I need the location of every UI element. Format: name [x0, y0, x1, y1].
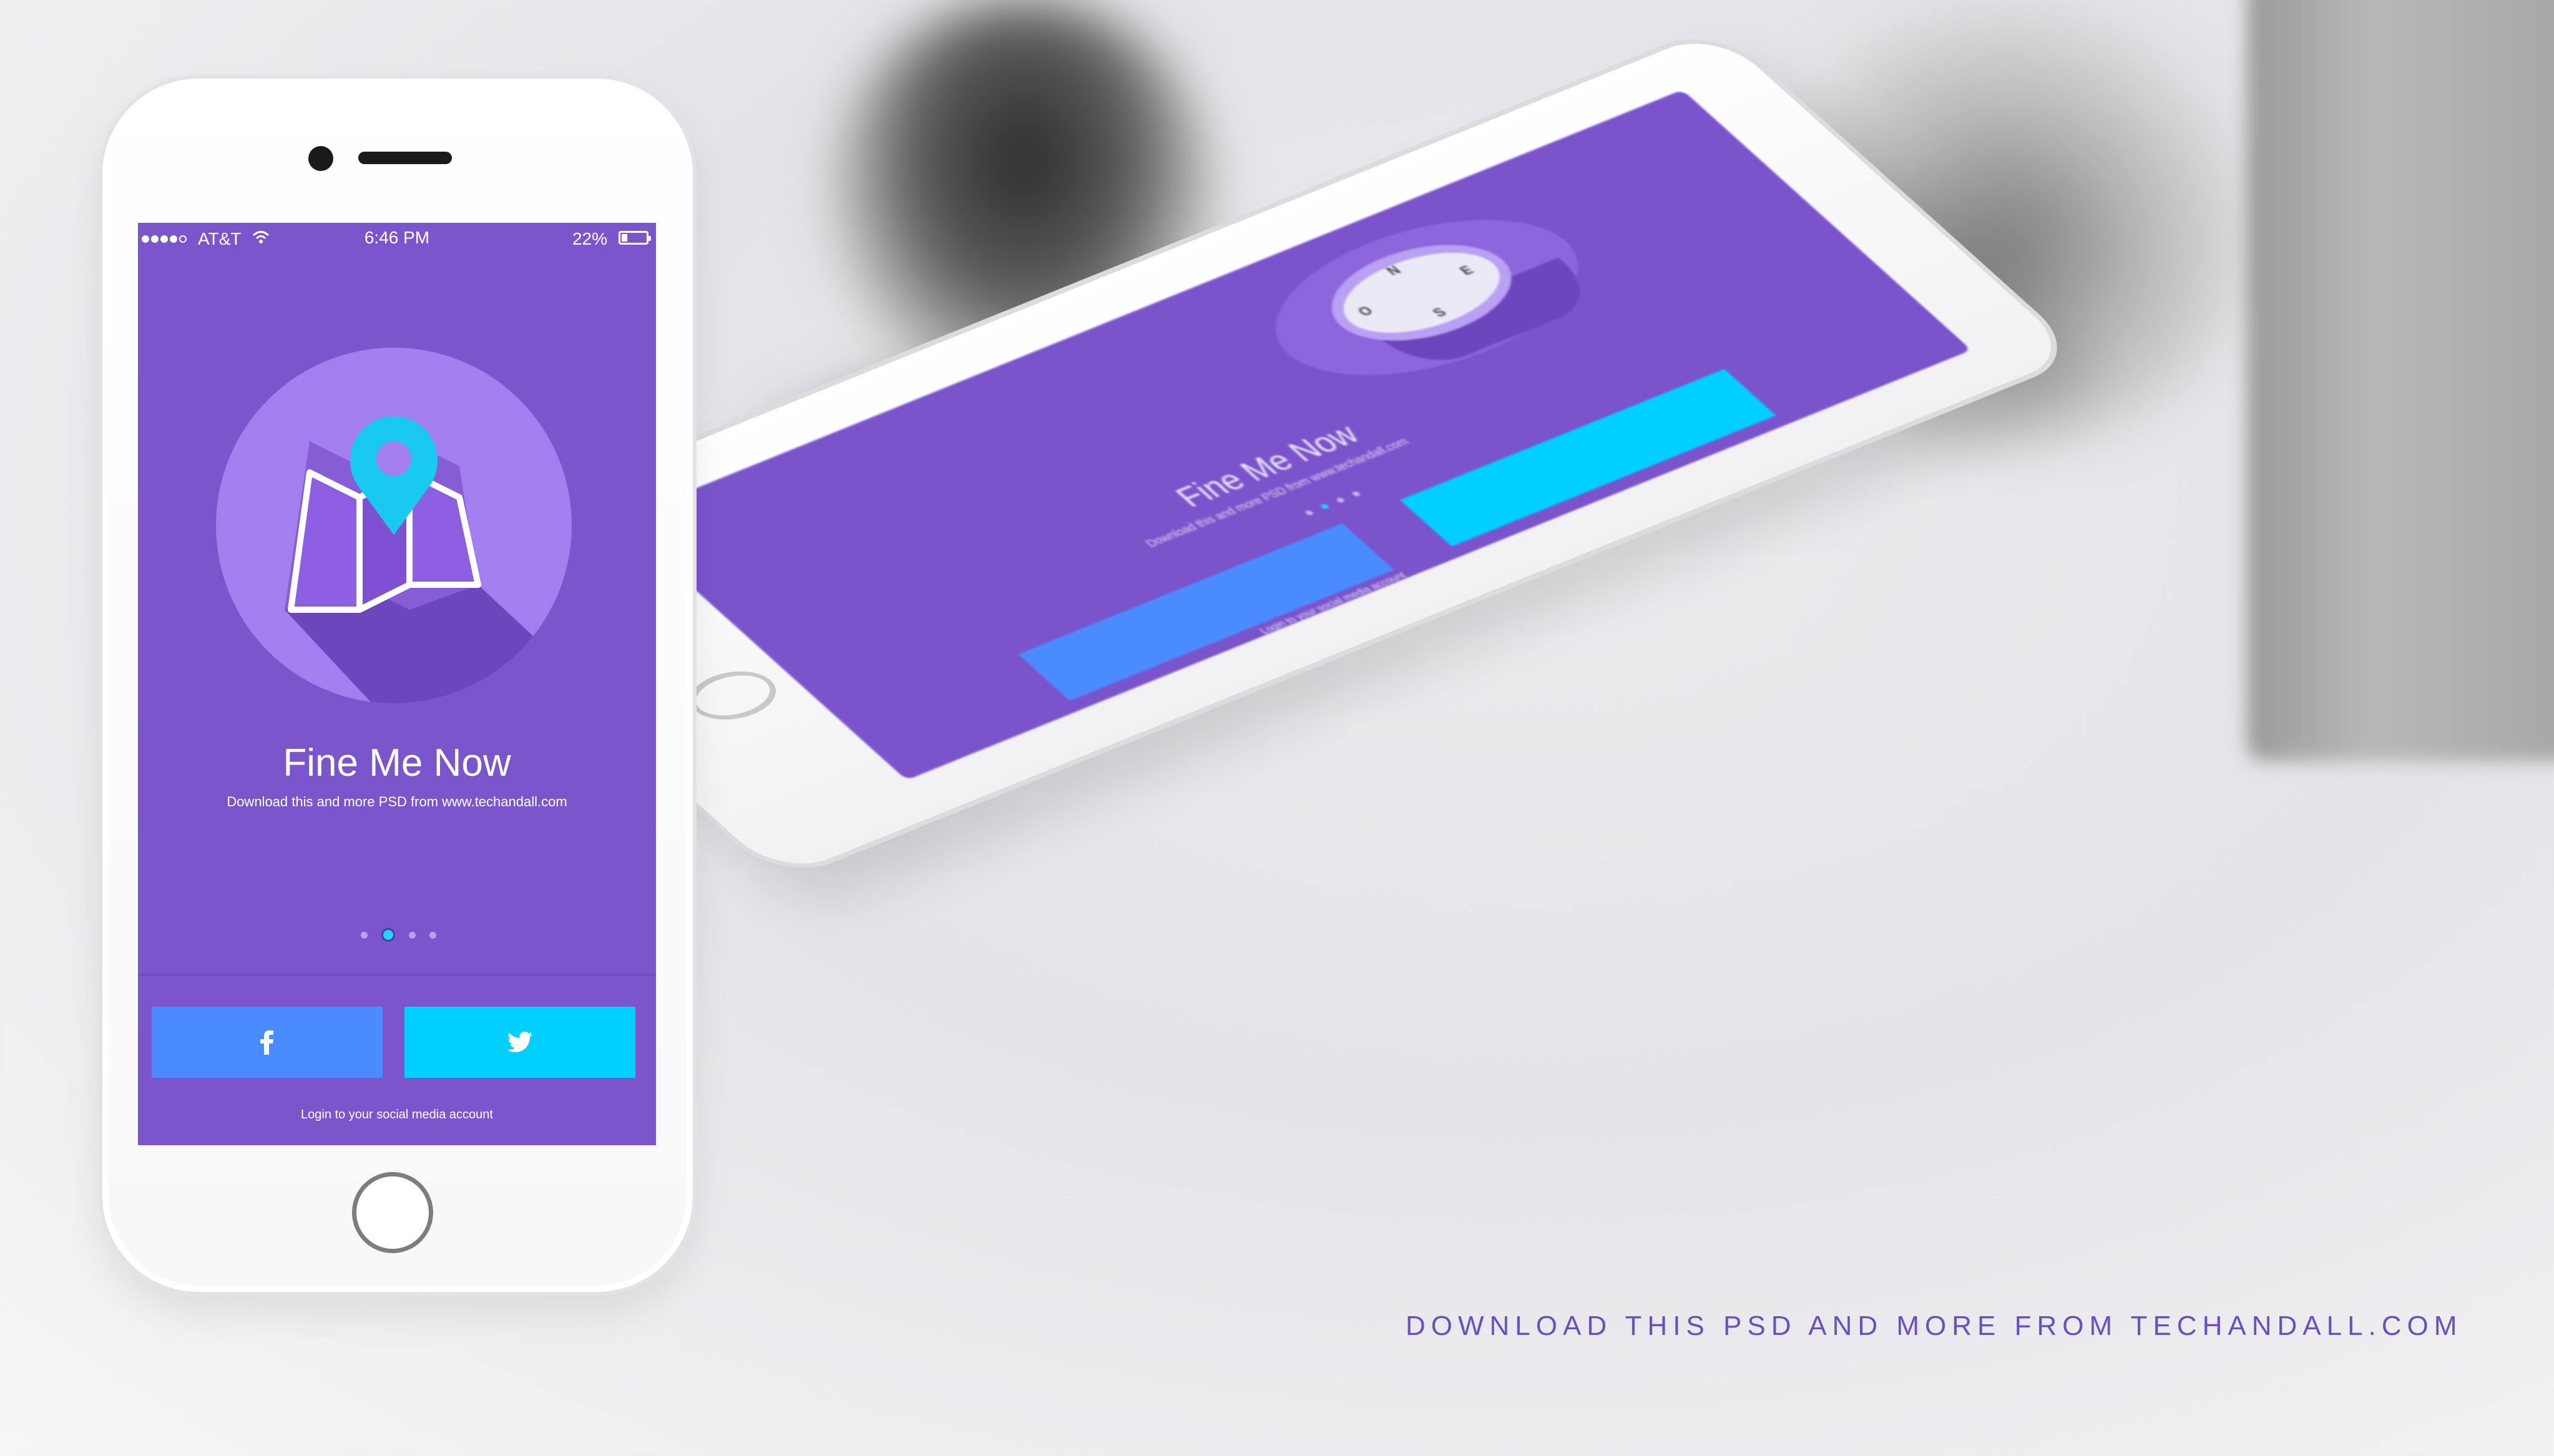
login-hint: Login to your social media account — [301, 1108, 493, 1121]
status-bar: AT&T 6:46 PM 22% — [138, 223, 656, 254]
phone-mockup: AT&T 6:46 PM 22% Fine Me Now Download th… — [94, 75, 697, 1296]
pager-dot-1[interactable] — [361, 931, 368, 939]
page-indicator[interactable] — [361, 928, 436, 942]
angled-pager — [1304, 491, 1361, 516]
phone-volume-down — [94, 434, 101, 515]
angled-phone-screen: N E S O Fine Me Now Download this and mo… — [617, 89, 1972, 781]
pager-dot — [1351, 491, 1361, 497]
pager-dot-2-active[interactable] — [381, 928, 395, 942]
phone-side-button — [94, 235, 101, 272]
facebook-login-button[interactable] — [152, 1007, 383, 1078]
onboarding-title: Fine Me Now — [283, 741, 511, 784]
twitter-icon — [507, 1032, 532, 1052]
home-button[interactable] — [352, 1172, 433, 1253]
pager-dot-4[interactable] — [429, 931, 436, 939]
background-concrete-block — [2247, 0, 2554, 761]
angled-phone-mockup: N E S O Fine Me Now Download this and mo… — [410, 23, 2185, 1098]
pager-dot — [1335, 497, 1346, 504]
onboarding-subtitle: Download this and more PSD from www.tech… — [227, 794, 567, 809]
phone-volume-up — [94, 335, 101, 416]
angled-facebook-button — [1018, 523, 1394, 701]
facebook-icon — [260, 1030, 273, 1055]
compass-s: S — [1428, 305, 1451, 320]
compass-e: E — [1456, 262, 1477, 278]
compass-w: O — [1354, 303, 1377, 320]
battery-icon — [619, 231, 651, 245]
battery-percent: 22% — [572, 229, 607, 248]
download-caption: DOWNLOAD THIS PSD AND MORE FROM TECHANDA… — [1406, 1311, 2463, 1341]
compass-n: N — [1382, 262, 1404, 278]
earpiece-speaker — [358, 152, 452, 164]
front-camera — [308, 146, 333, 171]
twitter-login-button[interactable] — [404, 1007, 635, 1078]
pager-dot-3[interactable] — [409, 931, 416, 939]
pager-dot-active — [1319, 503, 1330, 510]
divider — [138, 974, 656, 975]
pager-dot — [1304, 509, 1314, 516]
map-illustration — [216, 348, 572, 703]
angled-twitter-button — [1400, 369, 1776, 547]
app-screen: AT&T 6:46 PM 22% Fine Me Now Download th… — [138, 223, 656, 1145]
